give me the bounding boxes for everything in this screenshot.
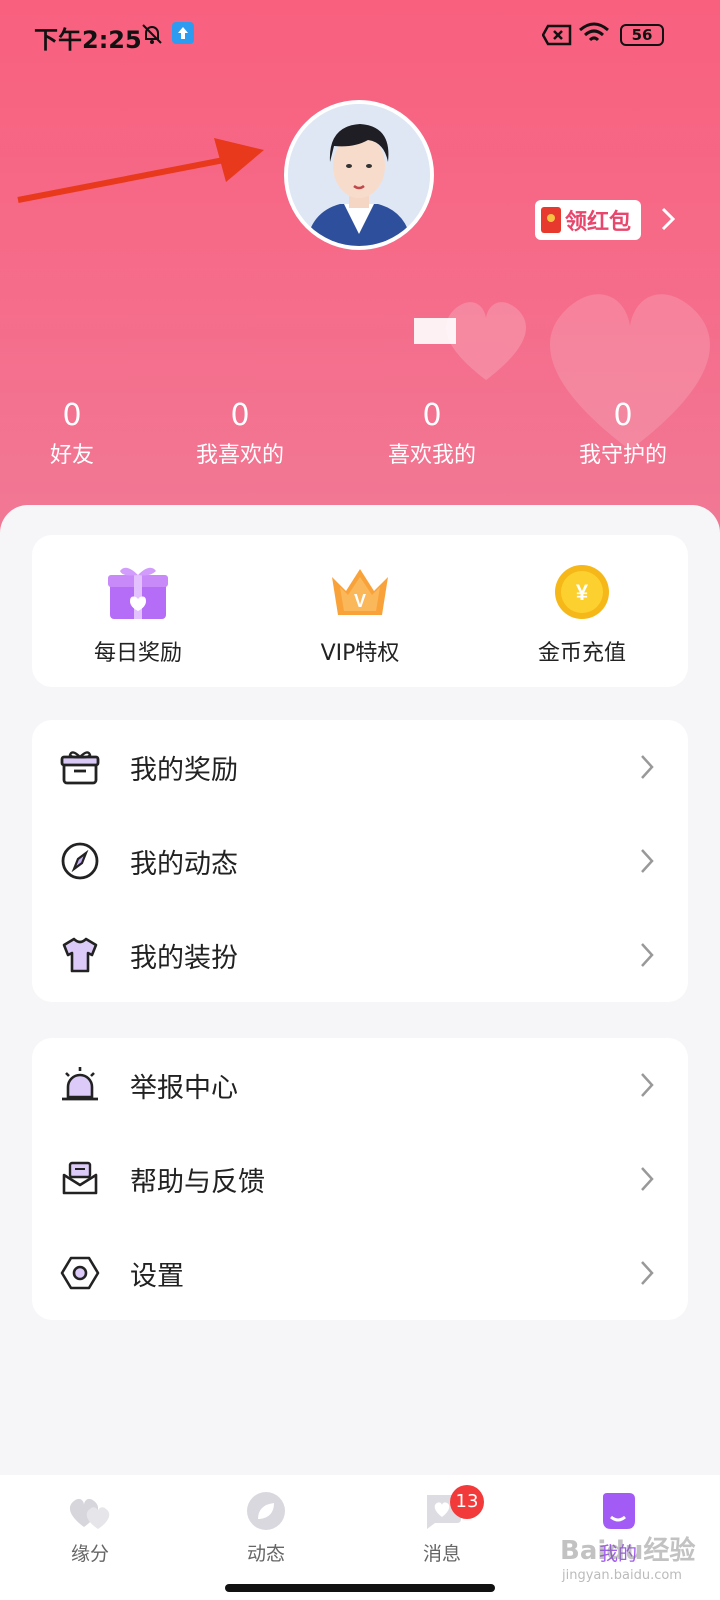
mail-icon	[62, 1161, 98, 1195]
tab-moments[interactable]: 动态	[206, 1491, 326, 1566]
profile-tab-icon	[603, 1493, 635, 1529]
chevron-right-icon[interactable]	[660, 206, 676, 232]
menu-item-label: 我的奖励	[130, 754, 238, 786]
menu-group-2: 举报中心 帮助与反馈 设置	[32, 1038, 688, 1320]
chevron-right-icon	[641, 849, 654, 873]
stat-value: 0	[230, 398, 250, 433]
stat-guarding[interactable]: 0 我守护的	[543, 396, 703, 474]
watermark-sub: jingyan.baidu.com	[562, 1568, 682, 1583]
quick-action-label: 每日奖励	[93, 641, 182, 666]
hex-settings-icon	[60, 1256, 100, 1290]
quick-action-label: VIP特权	[320, 641, 400, 666]
svg-text:V: V	[354, 591, 366, 611]
stat-label: 我喜欢的	[195, 443, 284, 468]
stat-value: 0	[613, 398, 633, 433]
tab-label: 缘分	[70, 1543, 109, 1565]
avatar[interactable]	[284, 100, 434, 250]
daily-reward-button[interactable]: 每日奖励	[58, 563, 218, 667]
vip-crown-icon: V	[332, 569, 388, 615]
main-content: 每日奖励 V VIP特权 ¥ 金币充值 我的奖励 我的动态 我的装扮 举报中心 …	[0, 505, 720, 1475]
my-moments-row[interactable]: 我的动态	[32, 814, 688, 908]
tab-messages[interactable]: 13 消息	[382, 1485, 502, 1566]
quick-actions-card: 每日奖励 V VIP特权 ¥ 金币充值	[32, 535, 688, 687]
menu-group-1: 我的奖励 我的动态 我的装扮	[32, 720, 688, 1002]
stat-label: 我守护的	[578, 443, 667, 468]
svg-text:¥: ¥	[576, 580, 589, 605]
tab-fate[interactable]: 缘分	[30, 1491, 150, 1566]
coin-recharge-button[interactable]: ¥ 金币充值	[502, 563, 662, 667]
red-envelope-icon	[541, 207, 561, 233]
chevron-right-icon	[641, 943, 654, 967]
tab-label: 动态	[246, 1543, 285, 1565]
upload-notification-icon	[172, 22, 194, 44]
avatar-portrait-icon	[288, 104, 430, 246]
battery-level: 56	[631, 26, 653, 44]
profile-header: 下午2:25 56 领红包 0 好友 0 我喜欢的 0 喜欢我的 0 我守护的	[0, 0, 720, 560]
leaf-icon	[247, 1492, 285, 1530]
mute-bell-icon	[142, 24, 162, 44]
stat-friends[interactable]: 0 好友	[0, 396, 152, 474]
chevron-right-icon	[641, 1261, 654, 1285]
menu-item-label: 设置	[130, 1260, 184, 1292]
arrow-annotation-icon	[17, 138, 264, 203]
chevron-right-icon	[641, 1073, 654, 1097]
stat-label: 好友	[49, 443, 94, 468]
wifi-icon	[579, 22, 609, 42]
red-packet-button[interactable]: 领红包	[535, 200, 642, 240]
chevron-right-icon	[641, 1167, 654, 1191]
menu-item-label: 我的动态	[130, 848, 238, 880]
tshirt-icon	[62, 937, 98, 973]
settings-row[interactable]: 设置	[32, 1226, 688, 1320]
menu-item-label: 我的装扮	[130, 942, 238, 974]
chevron-right-icon	[641, 755, 654, 779]
stat-i-like[interactable]: 0 我喜欢的	[160, 396, 320, 474]
unread-badge: 13	[450, 1485, 484, 1519]
alarm-icon	[62, 1067, 98, 1101]
gift-box-icon	[108, 567, 168, 619]
status-time: 下午2:25	[34, 26, 142, 54]
no-sim-icon	[542, 24, 572, 46]
tab-label: 消息	[422, 1543, 461, 1565]
hearts-icon	[69, 1498, 110, 1529]
menu-item-label: 帮助与反馈	[130, 1166, 265, 1198]
gold-coin-icon: ¥	[555, 565, 609, 619]
report-center-row[interactable]: 举报中心	[32, 1038, 688, 1132]
stat-value: 0	[62, 398, 82, 433]
stat-value: 0	[422, 398, 442, 433]
my-rewards-row[interactable]: 我的奖励	[32, 720, 688, 814]
gift-icon	[60, 751, 100, 785]
vip-privilege-button[interactable]: V VIP特权	[280, 563, 440, 667]
nickname-placeholder	[414, 318, 456, 344]
status-bar: 下午2:25 56	[0, 0, 720, 70]
stat-likes-me[interactable]: 0 喜欢我的	[352, 396, 512, 474]
battery-indicator: 56	[620, 24, 664, 46]
menu-item-label: 举报中心	[130, 1072, 238, 1104]
my-outfit-row[interactable]: 我的装扮	[32, 908, 688, 1002]
help-feedback-row[interactable]: 帮助与反馈	[32, 1132, 688, 1226]
compass-icon	[61, 842, 99, 880]
red-packet-label: 领红包	[565, 210, 632, 235]
watermark: Baidu经验	[560, 1536, 696, 1566]
home-indicator	[225, 1584, 495, 1592]
quick-action-label: 金币充值	[537, 641, 626, 666]
stat-label: 喜欢我的	[387, 443, 476, 468]
